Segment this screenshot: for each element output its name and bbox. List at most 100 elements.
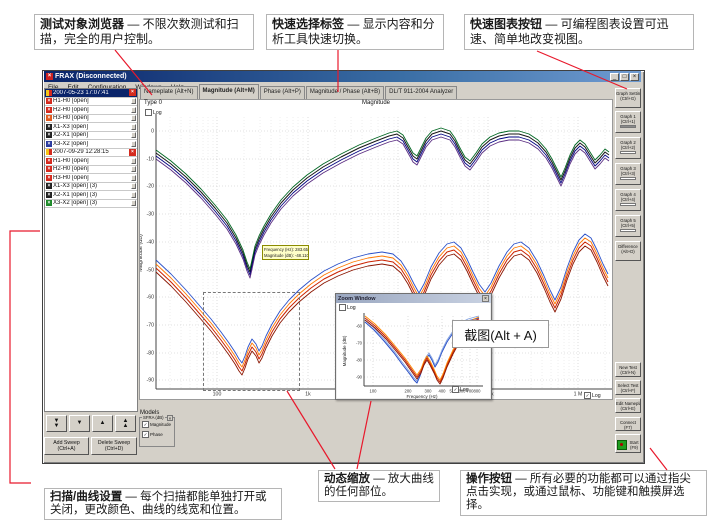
sweep-item[interactable]: ×X1-X3 [open] (3) [45,183,137,192]
checkbox-checked-icon: ✓ [142,431,149,438]
curve-color-icon[interactable]: × [46,98,52,104]
sweep-options-button[interactable] [131,98,136,104]
log-checkbox-top[interactable]: Log [145,109,162,116]
sweep-group-label: 2007-05-23 17:07:41 [53,90,128,96]
move-up-button[interactable]: ▲ [92,415,113,432]
zoom-window-body: 100200300400500600700800-60-70-80-90Freq… [337,303,490,398]
connect-button[interactable]: Connect(F7) [615,417,641,431]
tooltip-magnitude: Magnitude (dB): -48.1105 [264,253,307,259]
zoom-selection-rect[interactable] [203,292,300,391]
sweep-options-button[interactable] [131,124,136,130]
sweep-item[interactable]: ×H3-H0 [open] [45,174,137,183]
sweep-item[interactable]: ×H2-H0 [open] [45,106,137,115]
tab-magnitude[interactable]: Magnitude (Alt+M) [199,84,259,99]
edit-nameplate-button[interactable]: Edit Nameplate(Ctrl+E) [615,398,641,413]
checkbox-unchecked-icon [145,109,152,116]
curve-color-icon[interactable]: × [46,192,52,198]
maximize-icon[interactable]: □ [620,73,629,81]
sweep-options-button[interactable] [131,166,136,172]
tab-phase[interactable]: Phase (Alt+P) [260,86,305,99]
sweep-item[interactable]: ×H1-H0 [open] [45,98,137,107]
minimize-icon[interactable]: _ [610,73,619,81]
graph-4-button[interactable]: Graph 4(Ctrl+4) [615,189,641,211]
start-button[interactable]: Start(F9) [615,434,641,453]
sweep-options-button[interactable] [131,200,136,206]
graph-settings-button[interactable]: Graph Settings(Ctrl+G) [615,88,641,108]
close-icon[interactable]: × [482,295,489,302]
sweep-item[interactable]: ×H3-H0 [open] [45,115,137,124]
svg-text:-50: -50 [147,268,155,274]
note-quick-select-tabs: 快速选择标签 — 显示内容和分析工具快速切换。 [266,14,444,50]
button-hotkey: (F7) [616,425,640,430]
log-checkbox-bottom[interactable]: ✓Log [584,392,601,399]
phase-checkbox[interactable]: ✓Phase [142,431,174,438]
magnitude-checkbox[interactable]: ✓Magnitude [142,421,174,428]
sweep-item[interactable]: ×H1-H0 [open] [45,157,137,166]
note-dynamic-zoom: 动态缩放 — 放大曲线的任何部位。 [318,470,440,502]
note-title: 快速图表按钮 [470,17,542,31]
select-test-button[interactable]: Select Test(Ctrl+F) [615,380,641,395]
move-top-button[interactable]: ▲▲ [115,415,136,432]
test-object-browser: 2007-05-23 17:07:41× ×H1-H0 [open] ×H2-H… [44,88,138,412]
curve-color-icon[interactable]: × [46,158,52,164]
close-icon[interactable]: × [630,73,639,81]
curve-color-icon[interactable]: × [46,183,52,189]
curve-color-icon[interactable]: × [46,141,52,147]
move-bottom-button[interactable]: ▼▼ [46,415,67,432]
sweep-group-header[interactable]: 2007-05-23 17:07:41× [45,89,137,98]
tab-magnitude-phase[interactable]: Magnitude / Phase (Alt+B) [306,86,384,99]
sweep-item[interactable]: ×X2-X1 [open] [45,132,137,141]
new-test-button[interactable]: New Test(Ctrl+N) [615,362,641,377]
graph-color-bar [620,151,636,154]
graph-2-button[interactable]: Graph 2(Ctrl+2) [615,137,641,159]
button-hotkey: (Ctrl+F) [616,388,640,393]
add-sweep-button[interactable]: Add Sweep(Ctrl+A) [44,437,89,455]
zoom-window-titlebar[interactable]: Zoom Window × [336,294,491,303]
checkbox-label: Magnitude [150,422,171,427]
sweep-item[interactable]: ×X3-X2 [open] (3) [45,200,137,209]
curve-color-icon[interactable]: × [46,200,52,206]
curve-color-icon[interactable]: × [46,107,52,113]
zoom-log-checkbox-bottom[interactable]: ✓Log [452,386,469,393]
graph-color-bar [620,125,636,128]
curve-color-icon[interactable]: × [46,132,52,138]
checkbox-checked-icon: ✓ [142,421,149,428]
sweep-item-label: X3-X2 [open] [53,141,130,147]
curve-color-icon[interactable]: × [46,175,52,181]
graph-5-button[interactable]: Graph 5(Ctrl+5) [615,215,641,237]
sweep-options-button[interactable] [131,107,136,113]
sweep-options-button[interactable] [131,158,136,164]
sweep-item-label: H1-H0 [open] [53,98,130,104]
sweep-options-button[interactable] [131,141,136,147]
move-down-button[interactable]: ▼ [69,415,90,432]
svg-text:1 M: 1 M [574,392,583,398]
sweep-options-button[interactable] [131,132,136,138]
sweep-item[interactable]: ×X1-X3 [open] [45,123,137,132]
title-bar[interactable]: × FRAX (Disconnected) _ □ × [44,71,641,82]
curve-color-icon[interactable]: × [46,166,52,172]
sweep-options-button[interactable] [131,192,136,198]
graph-3-button[interactable]: Graph 3(Ctrl+3) [615,163,641,185]
difference-button[interactable]: Difference(Alt+D) [615,241,641,261]
curve-color-icon[interactable]: × [46,115,52,121]
sweep-item[interactable]: ×X3-X2 [open] [45,140,137,149]
sweep-group-header[interactable]: 2007-09-29 12:28:15× [45,149,137,158]
graph-1-button[interactable]: Graph 1(Ctrl+1) [615,111,641,133]
sweep-options-button[interactable] [131,175,136,181]
remove-group-icon[interactable]: × [129,89,136,96]
sweep-item[interactable]: ×X2-X1 [open] (3) [45,191,137,200]
zoom-log-checkbox-top[interactable]: Log [339,304,356,311]
tab-nameplate[interactable]: Nameplate (Alt+N) [140,86,198,99]
zoom-window-title: Zoom Window [338,296,482,302]
note-title: 动态缩放 [324,473,370,485]
sweep-options-button[interactable] [131,115,136,121]
sweep-item-label: X1-X3 [open] (3) [53,183,130,189]
close-icon[interactable]: × [167,415,173,421]
button-hotkey: (Ctrl+N) [616,370,640,375]
remove-group-icon[interactable]: × [129,149,136,156]
sweep-options-button[interactable] [131,183,136,189]
sweep-item[interactable]: ×H2-H0 [open] [45,166,137,175]
curve-color-icon[interactable]: × [46,124,52,130]
tab-dlt-analyzer[interactable]: DL/T 911-2004 Analyzer [385,86,457,99]
delete-sweep-button[interactable]: Delete Sweep(Ctrl+D) [91,437,137,455]
